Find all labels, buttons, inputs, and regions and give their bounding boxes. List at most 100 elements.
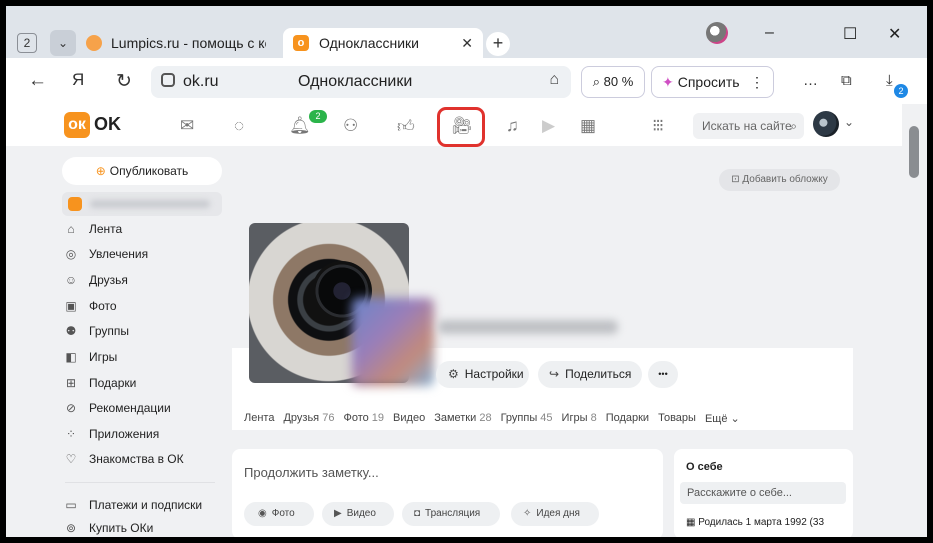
note-composer[interactable]: Продолжить заметку... ◉ Фото ▶ Видео ◘ Тран… (232, 449, 663, 537)
sidebar-item-recommendations[interactable]: ⊘ Рекомендации (61, 398, 171, 418)
sidebar-item-buy-oki[interactable]: ⊚ Купить ОКи (61, 518, 153, 537)
notifications-icon[interactable]: 🔔︎ (289, 116, 311, 136)
tab-odnoklassniki[interactable]: о Одноклассники ✕ (283, 28, 483, 58)
note-placeholder[interactable]: Продолжить заметку... (244, 465, 379, 480)
tab-close-icon[interactable]: ✕ (461, 35, 473, 52)
more-actions-button[interactable]: ••• (648, 361, 678, 388)
settings-label: Настройки (464, 367, 524, 381)
sidebar-item-groups[interactable]: ⚉ Группы (61, 321, 129, 341)
tab-goods[interactable]: Товары (658, 412, 696, 428)
scrollbar-thumb[interactable] (909, 126, 919, 178)
note-idea-button[interactable]: ✧ Идея дня (511, 502, 599, 526)
more-icon[interactable]: ⋮ (750, 67, 764, 97)
yandex-icon[interactable]: Я (72, 70, 84, 90)
tab-groups[interactable]: Группы 45 (501, 412, 553, 428)
sidebar-item-label: Лента (89, 222, 123, 236)
url-host: ok.ru (183, 73, 219, 90)
note-stream-button[interactable]: ◘ Трансляция (402, 502, 500, 526)
note-photo-button[interactable]: ◉ Фото (244, 502, 314, 526)
profile-name-blurred (438, 320, 618, 334)
tab-label: Lumpics.ru - помощь с ком (111, 35, 266, 51)
sidebar-user-profile[interactable] (62, 192, 222, 216)
minimize-icon[interactable]: – (765, 24, 774, 42)
home-icon: ⌂ (67, 222, 75, 236)
profile-tabs: Лента Друзья 76 Фото 19 Видео Заметки 28… (244, 412, 740, 428)
sidebar-item-dating[interactable]: ♡ Знакомства в ОК (61, 449, 184, 469)
share-icon: ↪ (549, 367, 560, 381)
menu-icon[interactable]: … (803, 72, 818, 89)
site-search-input[interactable]: Искать на сайте ⌕ (693, 113, 804, 139)
sidebar-item-gifts[interactable]: ⊞ Подарки (61, 373, 136, 393)
tab-photos[interactable]: Фото 19 (343, 412, 384, 428)
discussions-icon[interactable]: ◌ (234, 116, 244, 136)
chevron-down-icon[interactable]: ⌄ (844, 115, 854, 129)
tab-feed[interactable]: Лента (244, 412, 274, 428)
sidebar-item-payments[interactable]: ▭ Платежи и подписки (61, 495, 202, 515)
ask-button[interactable]: ✦ Спросить ⋮ (651, 66, 774, 98)
tab-more[interactable]: Ещё ⌄ (705, 412, 740, 428)
share-button[interactable]: ↪ Поделиться (538, 361, 642, 388)
tab-lumpics[interactable]: Lumpics.ru - помощь с ком (86, 28, 276, 58)
gift-icon: ⊞ (65, 376, 77, 390)
apps-icon[interactable]: ⁝⁝⁝ (652, 116, 664, 136)
guests-icon[interactable]: ⚇ (343, 116, 358, 136)
games-icon[interactable]: ▶ (542, 116, 555, 136)
camera-icon: ◉ (258, 508, 267, 519)
sidebar-item-photos[interactable]: ▣ Фото (61, 296, 116, 316)
sidebar-item-hobbies[interactable]: ◎ Увлечения (61, 244, 148, 264)
about-card: О себе Расскажите о себе... ▦ Родилась 1… (674, 449, 853, 537)
ok-logo-text[interactable]: OK (94, 114, 121, 135)
calendar-icon[interactable]: ▦ (580, 116, 596, 136)
tab-games[interactable]: Игры 8 (562, 412, 597, 428)
gear-icon: ⚙ (448, 367, 459, 381)
publish-button[interactable]: ⊕ Опубликовать (62, 157, 222, 185)
sidebar-item-friends[interactable]: ☺ Друзья (61, 270, 128, 290)
note-video-button[interactable]: ▶ Видео (322, 502, 394, 526)
messages-icon[interactable]: ✉ (180, 116, 194, 136)
tab-gifts[interactable]: Подарки (606, 412, 649, 428)
music-icon[interactable]: ♫ (506, 116, 519, 136)
tab-video[interactable]: Видео (393, 412, 425, 428)
new-tab-button[interactable]: + (486, 32, 510, 56)
tab-notes[interactable]: Заметки 28 (434, 412, 491, 428)
browser-window: 2 ⌄ Lumpics.ru - помощь с ком о Одноклас… (6, 6, 927, 537)
sidebar-item-label: Платежи и подписки (89, 498, 203, 512)
add-cover-button[interactable]: ⊡ Добавить обложку (719, 169, 840, 191)
url-page-title: Одноклассники (298, 73, 413, 90)
photo-icon: ▣ (65, 299, 77, 313)
reload-icon[interactable]: ↻ (116, 70, 132, 93)
profile-avatar-blurred[interactable] (352, 298, 434, 386)
birthday-text: ▦ Родилась 1 марта 1992 (33 (686, 517, 825, 528)
likes-icon[interactable]: 👍︎ (397, 116, 415, 137)
button-label: Трансляция (425, 508, 481, 519)
sidebar-item-feed[interactable]: ⌂ Лента (61, 219, 122, 239)
sidebar-item-label: Увлечения (89, 247, 149, 261)
sidebar-item-games[interactable]: ◧ Игры (61, 347, 117, 367)
broadcast-icon: ◘ (414, 508, 421, 519)
about-input[interactable]: Расскажите о себе... (680, 482, 846, 504)
maximize-icon[interactable]: ☐ (843, 24, 857, 44)
close-window-icon[interactable]: ✕ (888, 24, 901, 44)
notifications-badge: 2 (309, 110, 327, 123)
bookmark-icon[interactable]: ⌂ (549, 71, 559, 89)
user-avatar[interactable] (813, 111, 839, 137)
tab-list-chevron-icon[interactable]: ⌄ (50, 30, 76, 56)
scrollbar[interactable] (902, 104, 927, 537)
url-field[interactable]: ok.ru Одноклассники ⌂ (151, 66, 571, 98)
settings-button[interactable]: ⚙ Настройки (436, 361, 529, 388)
tab-label: Одноклассники (319, 35, 420, 51)
ok-logo-icon[interactable]: ок (64, 112, 90, 138)
search-icon[interactable]: ⌕ (790, 113, 797, 139)
heart-icon: ♡ (65, 452, 77, 466)
sidebar-item-apps[interactable]: ⁘ Приложения (61, 424, 159, 444)
back-icon[interactable]: ← (28, 70, 47, 92)
zoom-button[interactable]: ⌕ 80 % (581, 66, 645, 98)
page-content: ок OK ✉ ◌ 🔔︎ 2 ⚇ 👍︎ 🎥︎ ♫ ▶ ▦ ⁝⁝⁝ Искать … (6, 104, 927, 537)
tab-count-button[interactable]: 2 (17, 33, 37, 53)
extensions-icon[interactable]: ⧉ (841, 72, 852, 89)
tab-friends[interactable]: Друзья 76 (283, 412, 334, 428)
browser-profile-icon[interactable] (706, 22, 728, 44)
button-label: Видео (346, 508, 376, 519)
downloads-icon[interactable]: ⤓ (886, 72, 893, 89)
video-highlight-frame (437, 107, 485, 147)
